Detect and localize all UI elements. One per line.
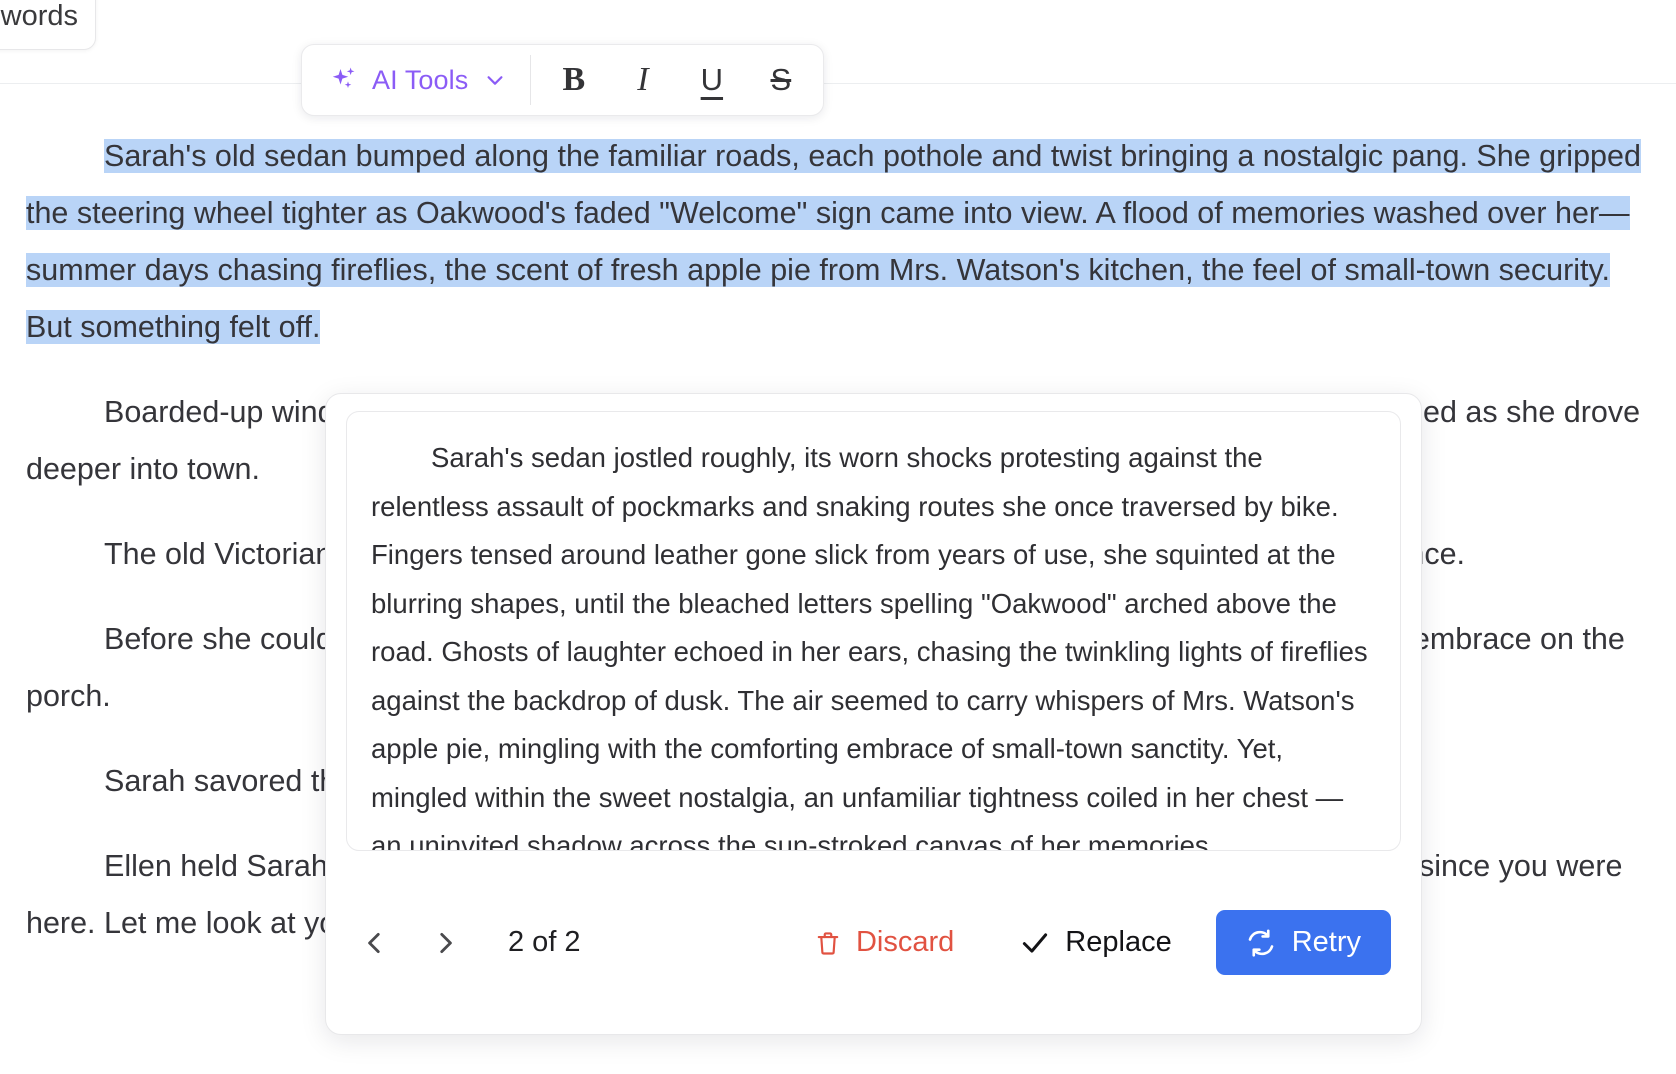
suggestion-nav-group: [358, 923, 462, 963]
word-count-label: words: [0, 0, 78, 32]
selected-text[interactable]: Sarah's old sedan bumped along the famil…: [26, 139, 1641, 344]
discard-button[interactable]: Discard: [815, 926, 954, 959]
editor-screen: Sarah's old sedan bumped along the famil…: [0, 0, 1676, 1074]
chevron-left-icon: [368, 932, 380, 953]
text-format-group: B I U S: [531, 45, 823, 115]
selected-paragraph[interactable]: Sarah's old sedan bumped along the famil…: [26, 0, 1650, 356]
suggestion-text: Sarah's sedan jostled roughly, its worn …: [371, 442, 1368, 851]
suggestion-counter: 2 of 2: [508, 926, 581, 958]
refresh-icon: [1246, 928, 1276, 958]
chevron-right-icon: [440, 932, 452, 953]
bold-button[interactable]: B: [539, 45, 608, 115]
replace-button[interactable]: Replace: [1020, 926, 1172, 959]
popup-action-bar: 2 of 2 Discard Replace Retry: [346, 851, 1401, 1034]
retry-button[interactable]: Retry: [1215, 910, 1391, 975]
trash-icon: [815, 928, 841, 958]
retry-label: Retry: [1291, 926, 1361, 958]
suggestion-card: Sarah's sedan jostled roughly, its worn …: [346, 411, 1401, 851]
next-suggestion-button[interactable]: [428, 923, 462, 963]
underline-button[interactable]: U: [677, 45, 746, 115]
italic-button[interactable]: I: [608, 45, 677, 115]
word-count-badge: words: [0, 0, 96, 50]
strikethrough-button[interactable]: S: [746, 45, 815, 115]
ai-tools-label: AI Tools: [372, 64, 469, 95]
ai-suggestion-popup: Sarah's sedan jostled roughly, its worn …: [325, 393, 1422, 1035]
check-icon: [1020, 928, 1050, 958]
previous-suggestion-button[interactable]: [358, 923, 392, 963]
ai-tools-button[interactable]: AI Tools: [302, 45, 530, 115]
format-toolbar: AI Tools B I U S: [301, 44, 825, 116]
discard-label: Discard: [855, 926, 955, 958]
chevron-down-icon: [481, 69, 506, 91]
replace-label: Replace: [1065, 926, 1172, 958]
sparkle-icon: [329, 65, 359, 95]
